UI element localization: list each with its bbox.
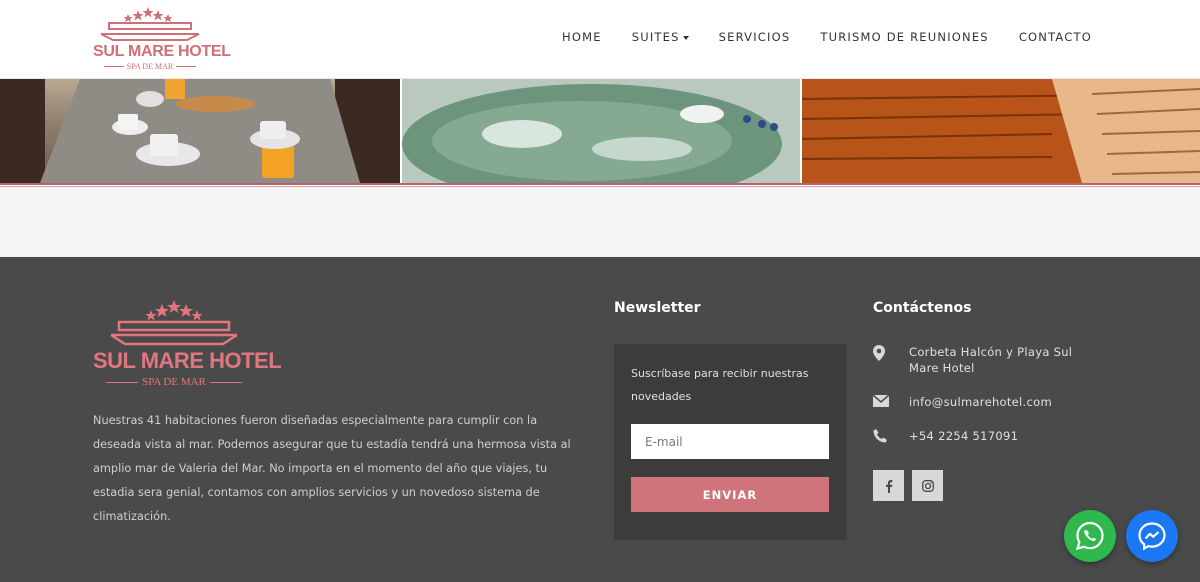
main-nav: HOME SUITES SERVICIOS TURISMO DE REUNION… — [562, 30, 1092, 44]
divider-line — [0, 183, 1200, 185]
contact-address-row: Corbeta Halcón y Playa Sul Mare Hotel — [873, 344, 1104, 376]
contact-email-row: info@sulmarehotel.com — [873, 394, 1104, 410]
nav-item-home[interactable]: HOME — [562, 30, 602, 44]
logo-title: SUL MARE HOTEL — [93, 43, 231, 60]
messenger-icon — [1138, 522, 1166, 551]
messenger-button[interactable] — [1126, 510, 1178, 562]
map-pin-icon — [873, 344, 909, 361]
logo-emblem — [100, 7, 200, 41]
site-footer: SUL MARE HOTEL SPA DE MAR Nuestras 41 ha… — [0, 257, 1200, 582]
facebook-button[interactable] — [873, 470, 904, 501]
footer-logo-tagline: SPA DE MAR — [93, 376, 255, 388]
newsletter-title: Newsletter — [614, 300, 701, 316]
newsletter-box: Suscríbase para recibir nuestras novedad… — [614, 344, 847, 540]
site-header: SUL MARE HOTEL SPA DE MAR HOME SUITES SE… — [0, 0, 1200, 79]
email-input[interactable] — [631, 424, 829, 459]
contact-address: Corbeta Halcón y Playa Sul Mare Hotel — [909, 345, 1073, 375]
jacuzzi-photo[interactable] — [400, 79, 800, 183]
instagram-button[interactable] — [912, 470, 943, 501]
whatsapp-icon — [1075, 521, 1104, 551]
photo-gallery — [0, 79, 1200, 183]
whatsapp-button[interactable] — [1064, 510, 1116, 562]
newsletter-text: Suscríbase para recibir nuestras novedad… — [631, 367, 809, 403]
phone-icon — [873, 428, 909, 443]
about-text: Nuestras 41 habitaciones fueron diseñada… — [93, 414, 571, 523]
contact-email[interactable]: info@sulmarehotel.com — [909, 394, 1104, 410]
envelope-icon — [873, 394, 909, 407]
spacer-band — [0, 187, 1200, 257]
nav-item-servicios[interactable]: SERVICIOS — [719, 30, 791, 44]
nav-item-turismo-de-reuniones[interactable]: TURISMO DE REUNIONES — [820, 30, 988, 44]
logo-tagline: SPA DE MAR — [93, 61, 207, 71]
chevron-down-icon — [682, 35, 689, 40]
enviar-button[interactable]: ENVIAR — [631, 477, 829, 512]
footer-logo-title: SUL MARE HOTEL — [93, 348, 282, 373]
nav-item-suites[interactable]: SUITES — [632, 30, 689, 44]
footer-logo[interactable]: SUL MARE HOTEL SPA DE MAR — [93, 300, 282, 394]
instagram-icon — [921, 479, 934, 492]
contact-phone[interactable]: +54 2254 517091 — [909, 428, 1104, 444]
nav-item-contacto[interactable]: CONTACTO — [1019, 30, 1092, 44]
site-logo[interactable]: SUL MARE HOTEL SPA DE MAR — [93, 6, 231, 72]
contact-title: Contáctenos — [873, 300, 972, 316]
breakfast-table-photo[interactable] — [0, 79, 400, 183]
facebook-icon — [885, 479, 892, 493]
logo-emblem — [110, 300, 238, 346]
contact-phone-row: +54 2254 517091 — [873, 428, 1104, 444]
sauna-photo[interactable] — [800, 79, 1200, 183]
